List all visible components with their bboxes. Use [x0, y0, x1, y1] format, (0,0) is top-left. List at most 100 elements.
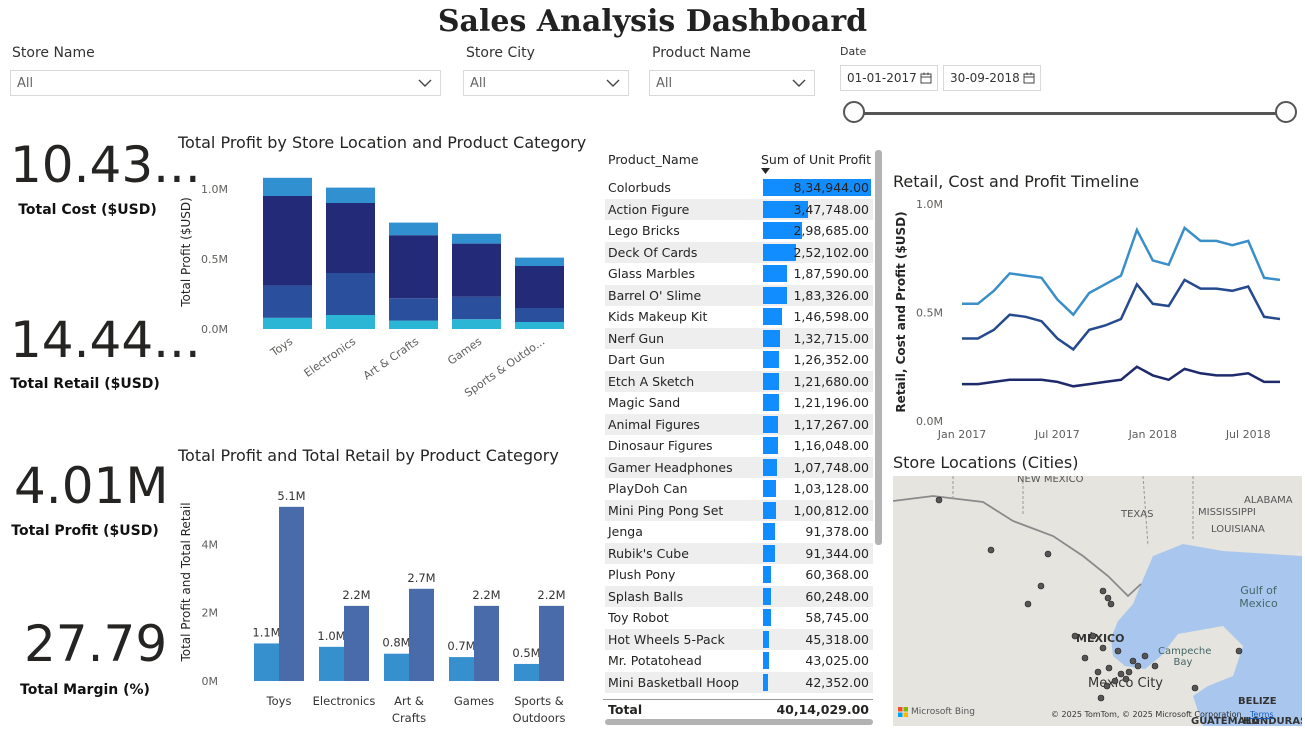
- table-row[interactable]: Lego Bricks 2,98,685.00: [605, 220, 873, 241]
- map-store-marker[interactable]: [1099, 644, 1107, 652]
- table-row[interactable]: Animal Figures 1,17,267.00: [605, 413, 873, 435]
- map-store-marker[interactable]: [1122, 675, 1130, 683]
- clustered-bar-games-1[interactable]: [474, 605, 499, 681]
- timeline-series-line-0[interactable]: [962, 225, 1281, 317]
- table-row[interactable]: Rubik's Cube 91,344.00: [605, 542, 873, 564]
- stacked-bar-segment-art-crafts-3[interactable]: [389, 222, 438, 236]
- map-terms-link[interactable]: Terms: [1250, 710, 1274, 719]
- map-store-marker[interactable]: [1151, 662, 1159, 670]
- table-row[interactable]: Deck Of Cards 2,52,102.00: [605, 241, 873, 263]
- map-store-marker[interactable]: [1099, 587, 1107, 595]
- store-locations-map[interactable]: NEW MEXICO TEXAS ALABAMA MISSISSIPPI LOU…: [893, 476, 1302, 726]
- map-store-marker[interactable]: [1089, 632, 1097, 640]
- date-start-input[interactable]: 01-01-2017: [840, 65, 938, 91]
- table-row[interactable]: Mini Ping Pong Set 1,00,812.00: [605, 499, 873, 521]
- stacked-bar-segment-games-3[interactable]: [452, 233, 501, 244]
- stacked-bar-segment-games-1[interactable]: [452, 296, 501, 320]
- clustered-bar-electronics-0[interactable]: [319, 646, 344, 681]
- table-row[interactable]: Dinosaur Figures 1,16,048.00: [605, 435, 873, 456]
- stacked-bar-segment-sports-outdo-1[interactable]: [515, 308, 564, 322]
- map-store-marker[interactable]: [1071, 632, 1079, 640]
- timeline-line-chart[interactable]: Retail, Cost and Profit ($USD) 0.0M 0.5M 1.…: [888, 192, 1302, 444]
- map-store-marker[interactable]: [1235, 647, 1243, 655]
- stacked-bar-segment-games-2[interactable]: [452, 243, 501, 297]
- table-row[interactable]: Nerf Gun 1,32,715.00: [605, 327, 873, 349]
- stacked-bar-segment-art-crafts-0[interactable]: [389, 320, 438, 329]
- stacked-bar-segment-sports-outdo-0[interactable]: [515, 322, 564, 329]
- map-store-marker[interactable]: [935, 496, 943, 504]
- store-city-dropdown[interactable]: All: [463, 70, 629, 96]
- date-end-input[interactable]: 30-09-2018: [943, 65, 1041, 91]
- clustered-bar-sports-outdoors-1[interactable]: [539, 605, 564, 681]
- clustered-bar-chart[interactable]: Total Profit and Total Retail 0M 2M 4M 1.1M 5…: [170, 470, 590, 728]
- map-store-marker[interactable]: [1081, 654, 1089, 662]
- product-name-dropdown[interactable]: All: [649, 70, 815, 96]
- map-store-marker[interactable]: [1141, 652, 1149, 660]
- table-row[interactable]: Plush Pony 60,368.00: [605, 564, 873, 585]
- table-horizontal-scrollbar[interactable]: [605, 719, 873, 725]
- date-range-track[interactable]: [855, 112, 1287, 115]
- table-row[interactable]: Hot Wheels 5-Pack 45,318.00: [605, 628, 873, 650]
- timeline-series-line-1[interactable]: [962, 278, 1281, 352]
- stacked-bar-segment-toys-0[interactable]: [263, 317, 312, 329]
- map-store-marker[interactable]: [1129, 657, 1137, 665]
- clustered-bar-toys-0[interactable]: [254, 643, 279, 681]
- store-name-dropdown[interactable]: All: [10, 70, 441, 96]
- stacked-bar-segment-electronics-2[interactable]: [326, 203, 375, 273]
- map-store-marker[interactable]: [1097, 694, 1105, 702]
- table-row[interactable]: Mr. Potatohead 43,025.00: [605, 650, 873, 671]
- stacked-bar-segment-sports-outdo-3[interactable]: [515, 257, 564, 266]
- map-store-marker[interactable]: [1134, 662, 1142, 670]
- stacked-bar-segment-toys-3[interactable]: [263, 177, 312, 196]
- map-store-marker[interactable]: [987, 546, 995, 554]
- map-store-marker[interactable]: [1117, 670, 1125, 678]
- map-store-marker[interactable]: [1094, 668, 1102, 676]
- stacked-bar-segment-electronics-1[interactable]: [326, 273, 375, 315]
- table-row[interactable]: PlayDoh Can 1,03,128.00: [605, 478, 873, 499]
- table-row[interactable]: Action Figure 3,47,748.00: [605, 198, 873, 220]
- clustered-bar-games-0[interactable]: [449, 657, 474, 681]
- date-range-end-handle[interactable]: [1275, 101, 1297, 123]
- table-header-product[interactable]: Product_Name: [608, 152, 699, 167]
- product-profit-table[interactable]: Product_Name Sum of Unit Profit Colorbud…: [603, 148, 883, 725]
- clustered-bar-art-crafts-1[interactable]: [409, 588, 434, 681]
- stacked-bar-segment-electronics-3[interactable]: [326, 187, 375, 203]
- table-row[interactable]: Splash Balls 60,248.00: [605, 585, 873, 607]
- clustered-bar-art-crafts-0[interactable]: [384, 653, 409, 681]
- map-store-marker[interactable]: [1103, 682, 1111, 690]
- map-store-marker[interactable]: [1037, 582, 1045, 590]
- map-store-marker[interactable]: [1107, 600, 1115, 608]
- stacked-bar-chart[interactable]: Total Profit ($USD) 0.0M 0.5M 1.0M Toys Elect…: [170, 155, 590, 405]
- map-store-marker[interactable]: [1111, 677, 1119, 685]
- table-row[interactable]: Glass Marbles 1,87,590.00: [605, 263, 873, 284]
- map-store-marker[interactable]: [1104, 594, 1112, 602]
- table-row[interactable]: Kids Makeup Kit 1,46,598.00: [605, 306, 873, 327]
- map-store-marker[interactable]: [1024, 600, 1032, 608]
- clustered-bar-electronics-1[interactable]: [344, 605, 369, 681]
- map-store-marker[interactable]: [1191, 684, 1199, 692]
- table-row[interactable]: Barrel O' Slime 1,83,326.00: [605, 284, 873, 306]
- timeline-series-line-2[interactable]: [962, 365, 1280, 388]
- stacked-bar-segment-toys-1[interactable]: [263, 285, 312, 318]
- table-vertical-scrollbar[interactable]: [875, 150, 882, 545]
- date-range-start-handle[interactable]: [843, 101, 865, 123]
- clustered-bar-sports-outdoors-0[interactable]: [514, 663, 539, 681]
- map-store-marker[interactable]: [1114, 647, 1122, 655]
- map-store-markers[interactable]: [893, 476, 1302, 726]
- map-store-marker[interactable]: [1125, 668, 1133, 676]
- stacked-bar-segment-toys-2[interactable]: [263, 196, 312, 286]
- table-row[interactable]: Jenga 91,378.00: [605, 521, 873, 542]
- map-store-marker[interactable]: [1044, 550, 1052, 558]
- table-header-unit-profit[interactable]: Sum of Unit Profit: [761, 152, 871, 167]
- table-row[interactable]: Etch A Sketch 1,21,680.00: [605, 370, 873, 392]
- map-store-marker[interactable]: [1105, 664, 1113, 672]
- table-row[interactable]: Gamer Headphones 1,07,748.00: [605, 456, 873, 478]
- table-row[interactable]: Toy Robot 58,745.00: [605, 607, 873, 628]
- table-row[interactable]: Mini Basketball Hoop 42,352.00: [605, 671, 873, 693]
- stacked-bar-segment-art-crafts-1[interactable]: [389, 298, 438, 321]
- stacked-bar-segment-sports-outdo-2[interactable]: [515, 266, 564, 308]
- table-row[interactable]: Magic Sand 1,21,196.00: [605, 392, 873, 413]
- stacked-bar-segment-games-0[interactable]: [452, 319, 501, 329]
- stacked-bar-segment-electronics-0[interactable]: [326, 315, 375, 329]
- stacked-bar-segment-art-crafts-2[interactable]: [389, 235, 438, 299]
